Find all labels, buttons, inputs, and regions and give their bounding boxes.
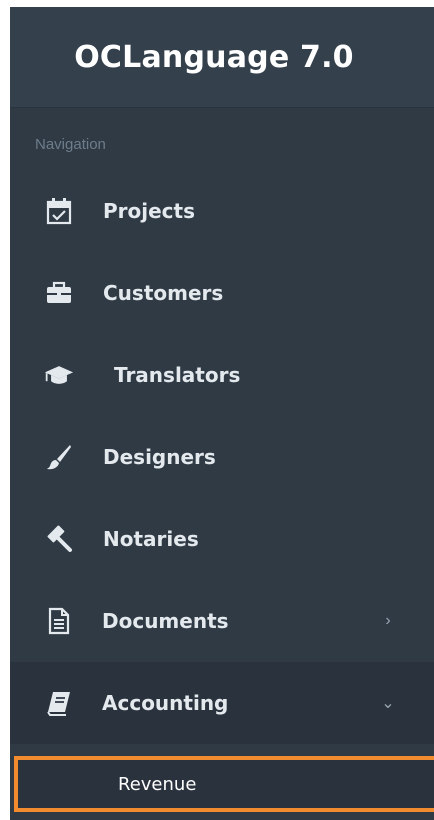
paint-brush-icon (44, 442, 74, 472)
sidebar-item-label: Projects (103, 199, 196, 223)
sidebar-item-label: Customers (103, 281, 224, 305)
brand-title: OCLanguage 7.0 (74, 39, 354, 75)
book-icon (44, 688, 74, 718)
brand-header[interactable]: OCLanguage 7.0 (10, 7, 434, 108)
sidebar-item-customers[interactable]: Customers (10, 252, 434, 334)
nav-menu: Projects Customers Translators Designers… (10, 170, 434, 744)
nav-heading: Navigation (35, 136, 106, 153)
chevron-right-icon[interactable]: › (378, 611, 398, 631)
sidebar-item-translators[interactable]: Translators (10, 334, 434, 416)
submenu-item-label: Revenue (118, 773, 197, 795)
sidebar-item-label: Accounting (102, 691, 229, 715)
briefcase-icon (44, 278, 74, 308)
gavel-icon (44, 524, 74, 554)
sidebar-item-documents[interactable]: Documents › (10, 580, 434, 662)
file-text-icon (44, 606, 74, 636)
sidebar-item-label: Designers (103, 445, 216, 469)
sidebar-item-projects[interactable]: Projects (10, 170, 434, 252)
sidebar-item-label: Documents (102, 609, 229, 633)
submenu-item-revenue[interactable]: Revenue (14, 756, 434, 812)
graduation-cap-icon (44, 360, 74, 390)
calendar-check-icon (44, 196, 74, 226)
sidebar-item-label: Translators (114, 363, 241, 387)
sidebar-item-accounting[interactable]: Accounting ⌄ (10, 662, 434, 744)
sidebar-item-label: Notaries (103, 527, 199, 551)
sidebar-item-notaries[interactable]: Notaries (10, 498, 434, 580)
chevron-down-icon[interactable]: ⌄ (378, 693, 398, 713)
sidebar-item-designers[interactable]: Designers (10, 416, 434, 498)
sidebar: OCLanguage 7.0 Navigation Projects Custo… (10, 7, 434, 820)
